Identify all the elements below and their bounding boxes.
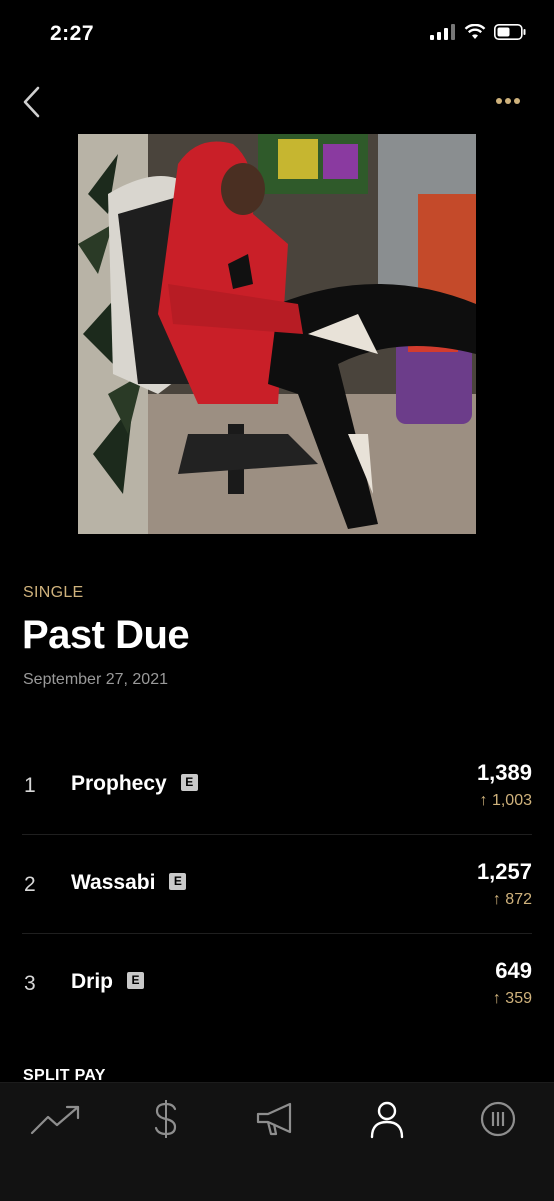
user-icon — [370, 1101, 404, 1139]
track-plays: 1,389 — [476, 760, 532, 785]
track-row[interactable]: 1 Prophecy E 1,389 ↑ 1,003 — [22, 736, 532, 835]
track-plays: 649 — [495, 958, 532, 983]
tab-library[interactable] — [468, 1097, 528, 1141]
status-icons — [430, 24, 526, 40]
dollar-icon — [154, 1100, 177, 1138]
chevron-left-icon — [23, 86, 40, 118]
cellular-signal-icon — [430, 24, 455, 40]
ellipsis-icon — [496, 98, 520, 104]
track-row[interactable]: 2 Wassabi E 1,257 ↑ 872 — [22, 835, 532, 934]
track-plays: 1,257 — [476, 859, 532, 884]
track-list: 1 Prophecy E 1,389 ↑ 1,003 2 Wassabi E 1,2… — [22, 736, 532, 1032]
tab-promote[interactable] — [246, 1097, 306, 1141]
track-title-text: Wassabi — [71, 871, 156, 894]
track-plays-change: ↑ 872 — [492, 891, 532, 908]
release-title: Past Due — [22, 613, 190, 657]
top-nav — [0, 80, 554, 124]
explicit-badge: E — [127, 971, 144, 989]
track-plays-change: ↑ 1,003 — [479, 792, 532, 809]
megaphone-icon — [256, 1102, 292, 1136]
track-number: 1 — [24, 774, 36, 797]
back-button[interactable] — [18, 82, 52, 122]
track-number: 2 — [24, 873, 36, 896]
track-title: Drip E — [71, 970, 144, 994]
tab-earnings[interactable] — [136, 1097, 196, 1141]
track-plays-change: ↑ 359 — [492, 990, 532, 1007]
track-row[interactable]: 3 Drip E 649 ↑ 359 — [22, 934, 532, 1032]
battery-icon — [494, 24, 526, 40]
more-options-button[interactable] — [494, 90, 524, 112]
track-number: 3 — [24, 972, 36, 995]
pause-circle-icon — [480, 1101, 516, 1137]
cover-art — [78, 134, 476, 534]
track-title: Prophecy E — [71, 772, 198, 796]
cover-photo — [78, 134, 476, 534]
tab-profile[interactable] — [357, 1097, 417, 1141]
track-title: Wassabi E — [71, 871, 187, 895]
status-bar: 2:27 — [0, 0, 554, 70]
status-time: 2:27 — [50, 22, 95, 45]
track-title-text: Prophecy — [71, 772, 167, 795]
explicit-badge: E — [180, 773, 198, 791]
trend-icon — [30, 1105, 80, 1135]
release-type-label: SINGLE — [23, 584, 84, 601]
tab-stats[interactable] — [26, 1097, 86, 1141]
track-title-text: Drip — [71, 970, 113, 993]
wifi-icon — [464, 24, 486, 39]
tab-bar — [0, 1082, 554, 1201]
release-date: September 27, 2021 — [23, 671, 168, 688]
explicit-badge: E — [169, 872, 187, 890]
